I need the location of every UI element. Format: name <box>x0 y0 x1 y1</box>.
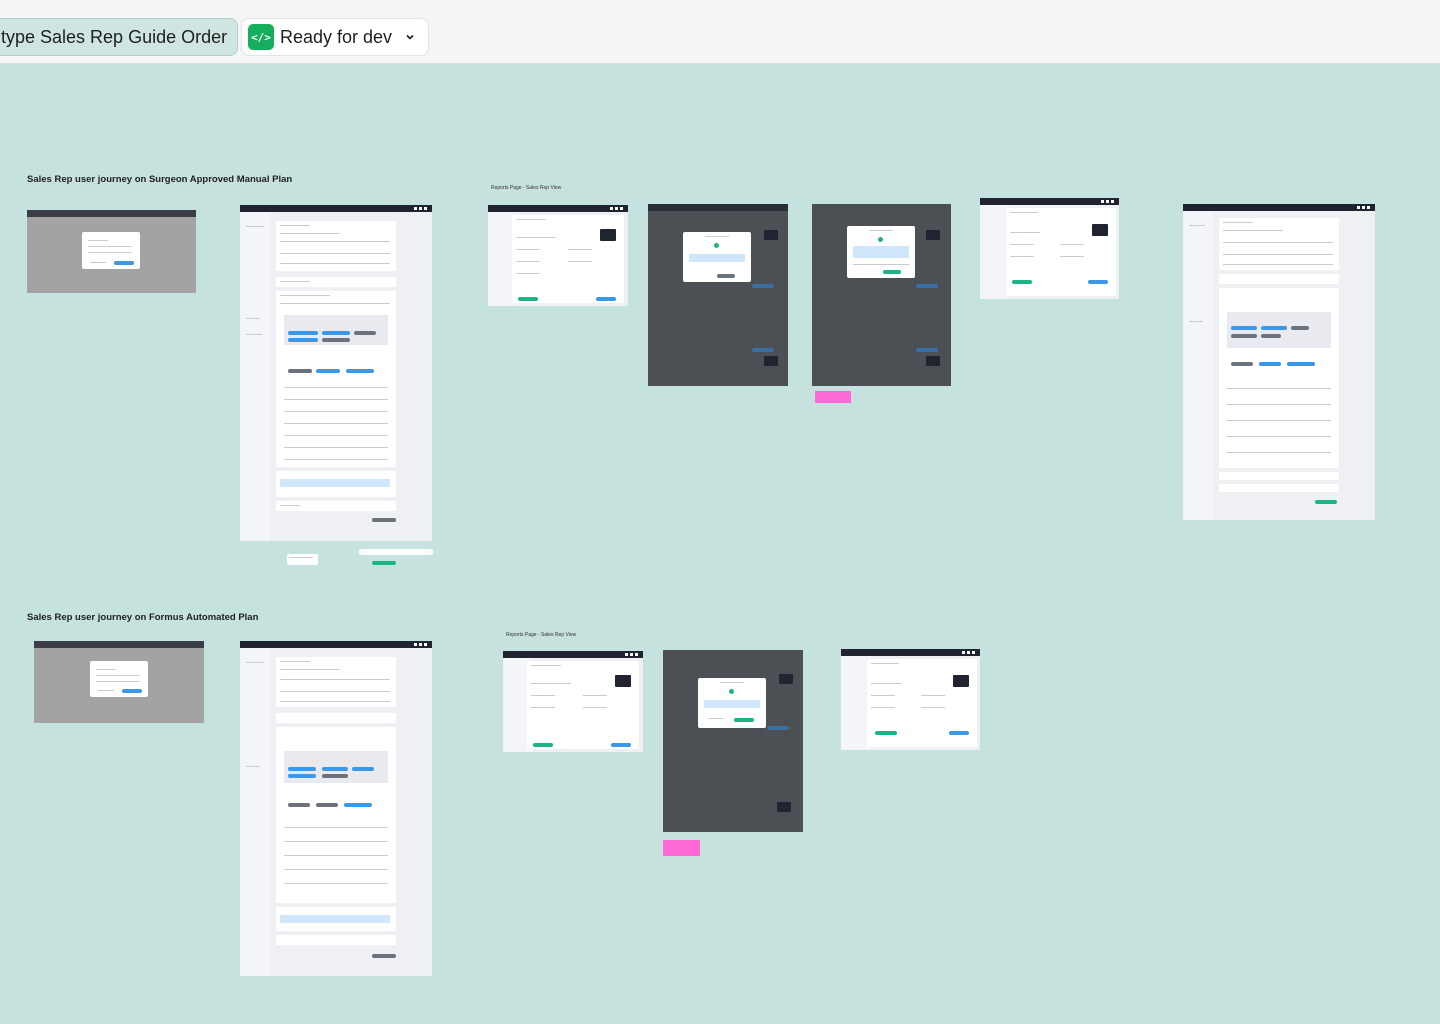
frame-thumbnail[interactable] <box>34 641 204 723</box>
section-label-manual-plan: Sales Rep user journey on Surgeon Approv… <box>27 174 293 185</box>
frame-thumbnail[interactable] <box>648 204 788 386</box>
status-dropdown[interactable]: </> Ready for dev <box>241 18 429 56</box>
frame-thumbnail[interactable] <box>841 649 980 750</box>
status-label: Ready for dev <box>280 26 393 47</box>
frame-thumbnail[interactable] <box>503 651 643 752</box>
frame-label-reports-page: Reports Page - Sales Rep View <box>491 185 562 191</box>
frame-thumbnail[interactable] <box>240 205 432 541</box>
file-title-pill[interactable]: type Sales Rep Guide Order <box>0 18 239 56</box>
frame-thumbnail[interactable] <box>240 641 432 976</box>
frame-thumbnail[interactable] <box>27 210 196 293</box>
file-title: type Sales Rep Guide Order <box>1 26 228 47</box>
section-label-automated-plan: Sales Rep user journey on Formus Automat… <box>27 612 259 623</box>
frame-thumbnail[interactable] <box>980 198 1119 299</box>
frame-thumbnail[interactable] <box>663 650 803 832</box>
frame-thumbnail[interactable] <box>1183 204 1375 520</box>
frame-thumbnail[interactable] <box>488 205 628 306</box>
detached-input <box>359 549 433 555</box>
chevron-down-icon <box>406 34 414 40</box>
detached-card <box>287 554 318 565</box>
frame-label-reports-page: Reports Page - Sales Rep View <box>506 632 577 638</box>
detached-button <box>372 561 396 565</box>
file-toolbar: type Sales Rep Guide Order </> Ready for… <box>0 0 1440 64</box>
sticky-note[interactable] <box>815 391 851 403</box>
frame-thumbnail[interactable] <box>812 204 951 386</box>
code-brackets-icon: </> <box>248 24 274 50</box>
sticky-note[interactable] <box>663 840 700 856</box>
